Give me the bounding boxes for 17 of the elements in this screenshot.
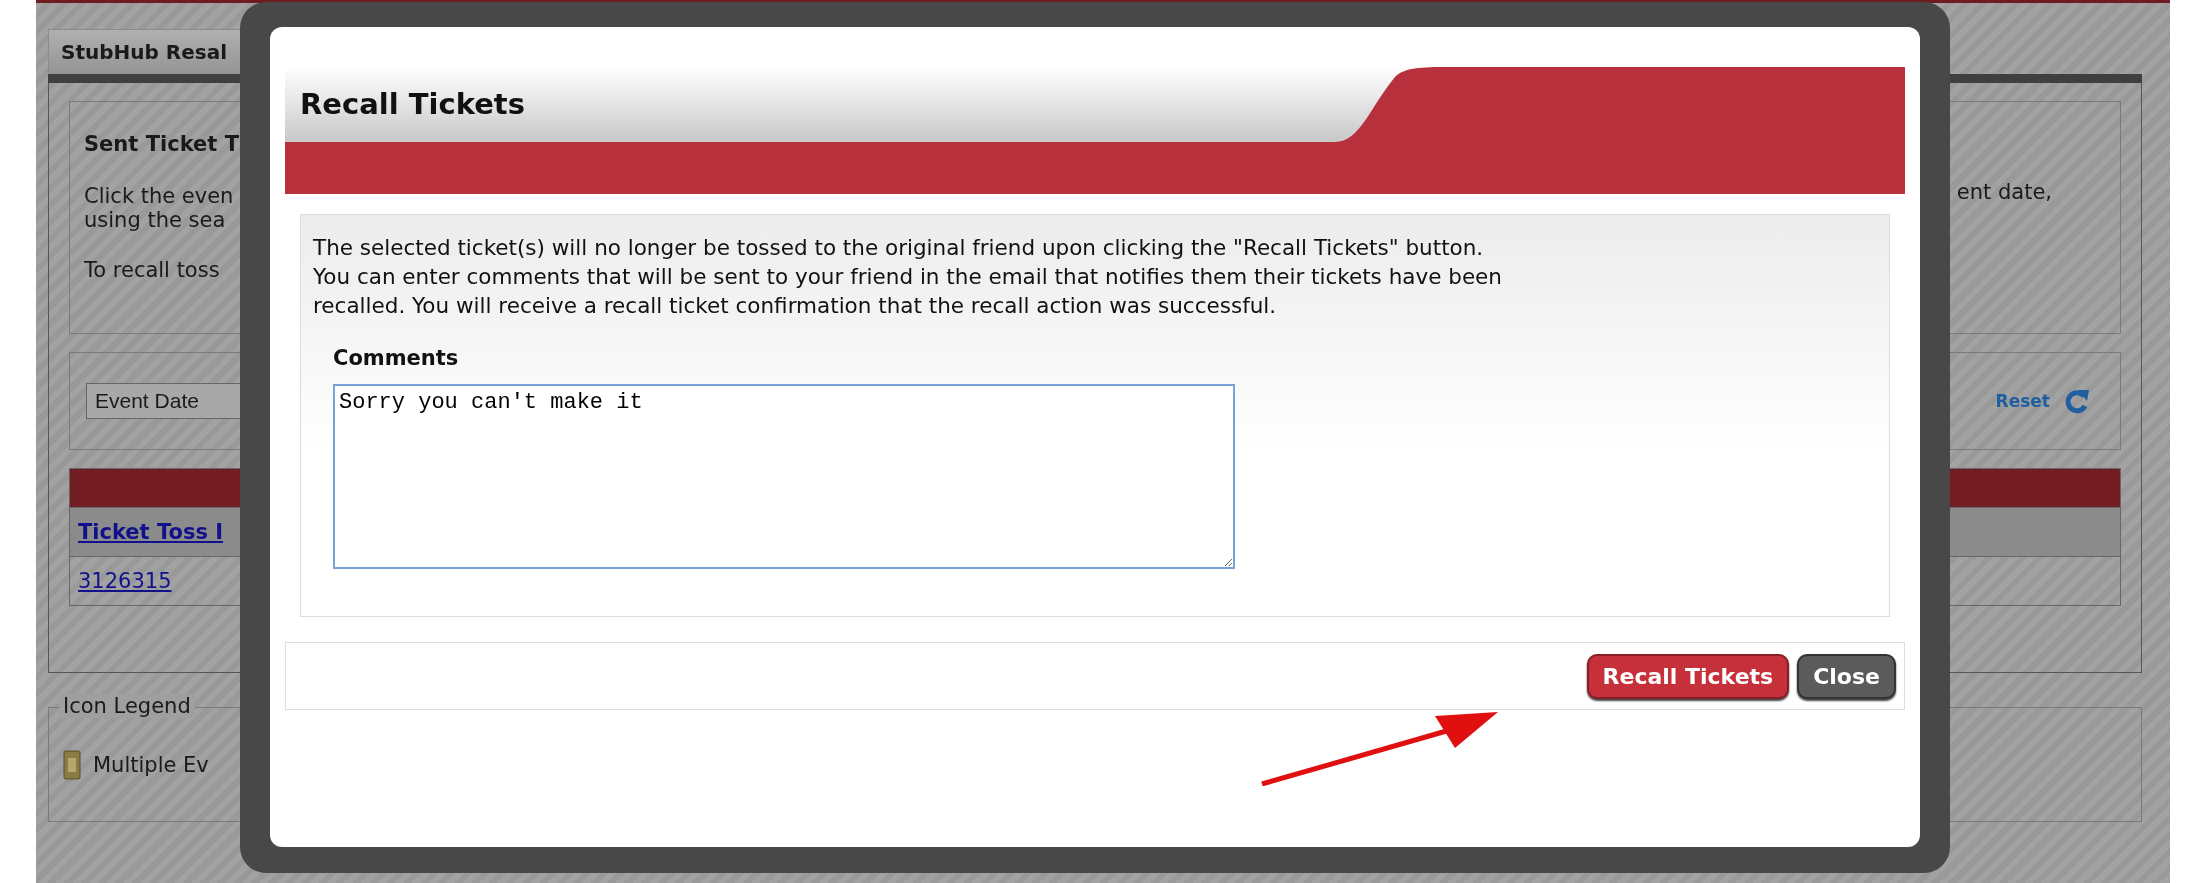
instruction-text: using the sea xyxy=(84,208,226,232)
ticket-icon xyxy=(63,750,81,780)
instruction-text: ent date, xyxy=(1956,180,2052,204)
section-title: Sent Ticket T xyxy=(84,132,239,156)
column-header-link[interactable]: Ticket Toss I xyxy=(78,520,224,544)
dialog-message: The selected ticket(s) will no longer be tossed to the original friend upon clicking the "Recall Tickets" button. You can enter comments that will be sent to your friend in the email that notifies them their tickets have been recalled. You will receive a recall ticket confirmation that the recall action was successful. xyxy=(313,234,1503,320)
close-button[interactable]: Close xyxy=(1797,653,1896,699)
dialog-title: Recall Tickets xyxy=(300,87,525,121)
instruction-text: Click the even xyxy=(84,184,234,208)
recall-tickets-button[interactable]: Recall Tickets xyxy=(1586,653,1790,699)
instruction-text: To recall toss xyxy=(84,258,220,282)
comments-label: Comments xyxy=(333,346,460,370)
legend-title: Icon Legend xyxy=(59,694,195,718)
refresh-icon xyxy=(2064,387,2090,415)
comments-field[interactable]: Sorry you can't make it xyxy=(333,384,1235,569)
legend-item: Multiple Ev xyxy=(93,753,209,777)
ticket-id-link[interactable]: 3126315 xyxy=(78,569,172,593)
